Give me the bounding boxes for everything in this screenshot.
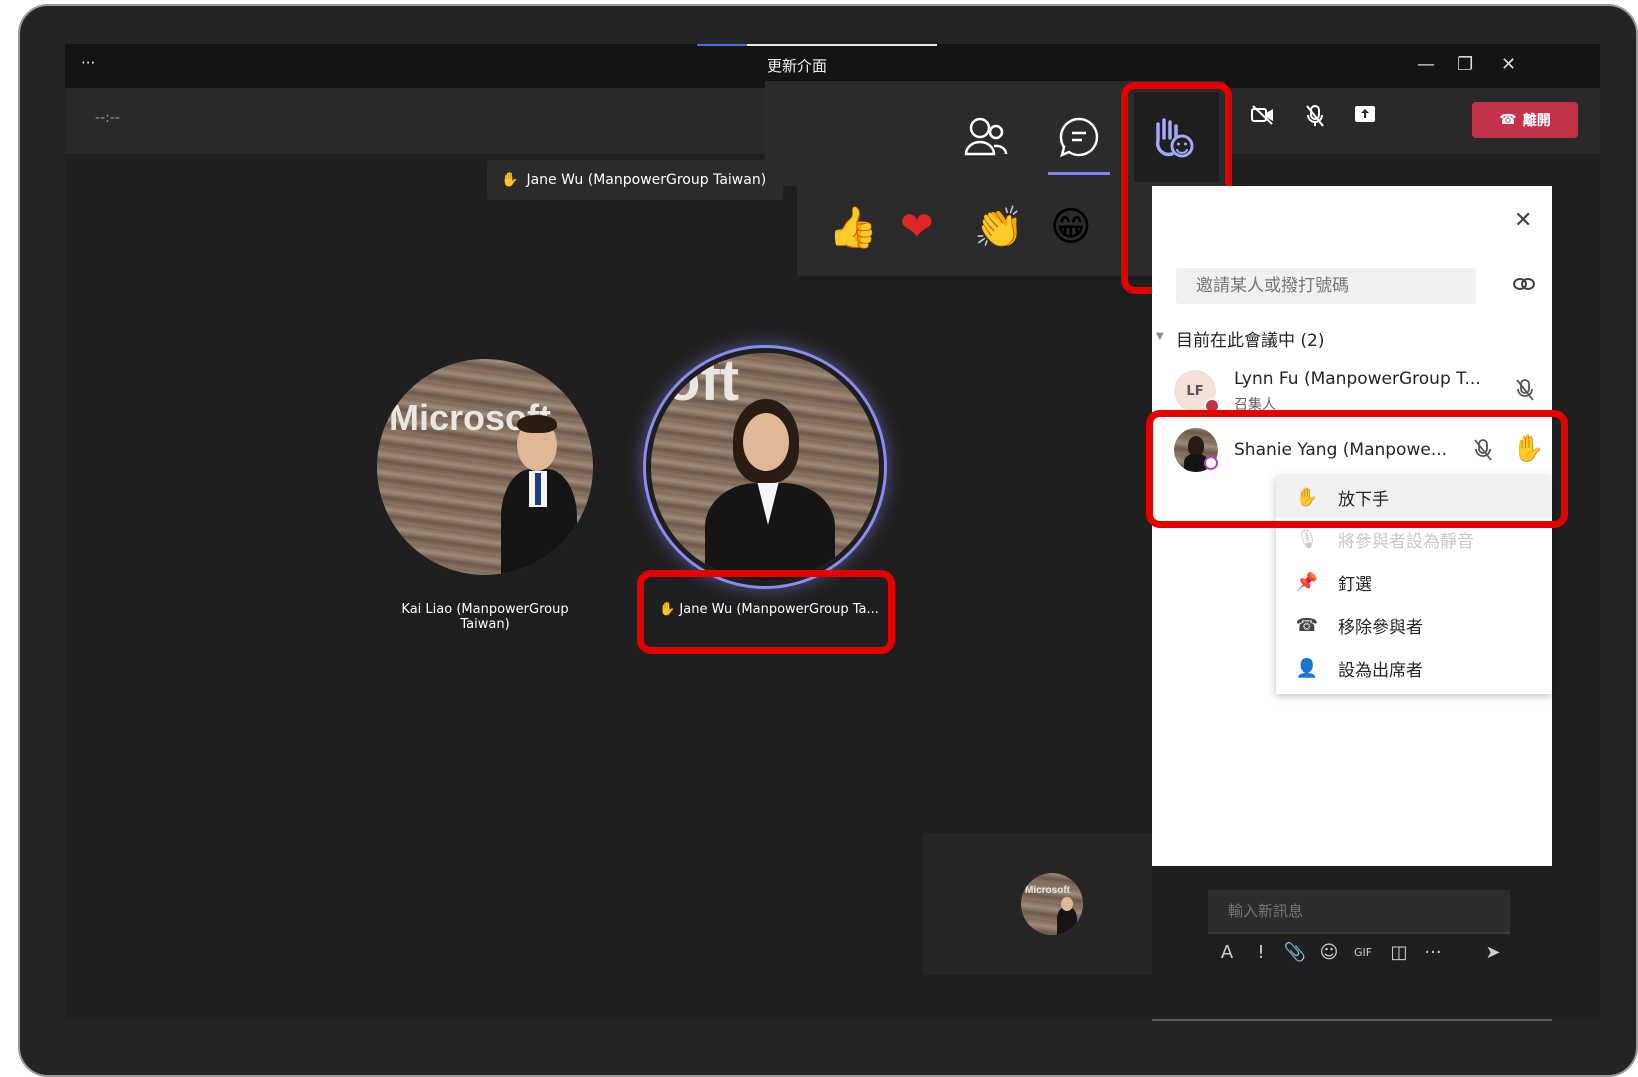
participant-avatar-kai[interactable]: Microsoft	[377, 359, 593, 575]
divider	[1152, 1019, 1552, 1021]
participant-name-kai: Kai Liao (ManpowerGroup Taiwan)	[401, 602, 569, 632]
mic-off-icon	[1514, 378, 1536, 406]
close-panel-icon[interactable]: ✕	[1514, 208, 1532, 233]
send-icon[interactable]: ➤	[1478, 942, 1508, 963]
make-attendee-menu-item[interactable]: 👤 設為出席者	[1276, 647, 1552, 689]
notification-text: Jane Wu (ManpowerGroup Taiwan)	[526, 172, 767, 188]
applause-reaction-button[interactable]: 👏	[974, 204, 1024, 251]
meeting-timer: --:--	[95, 110, 120, 126]
share-screen-icon[interactable]	[1345, 104, 1385, 130]
remove-participant-menu-item[interactable]: ☎ 移除參與者	[1276, 604, 1552, 646]
heart-reaction-button[interactable]: ❤	[900, 204, 934, 250]
mic-off-icon[interactable]	[1295, 104, 1335, 134]
message-input[interactable]	[1208, 890, 1510, 934]
mute-icon: 🎙	[1295, 528, 1319, 550]
restore-icon[interactable]: ❐	[1457, 54, 1473, 75]
title-progress-accent	[697, 44, 747, 46]
highlight-box-shanie	[1146, 410, 1568, 528]
self-avatar: Microsoft	[1021, 873, 1083, 935]
share-link-icon[interactable]	[1512, 274, 1536, 298]
remove-icon: ☎	[1295, 614, 1319, 636]
phone-hangup-icon: ☎	[1499, 112, 1517, 128]
window-title: 更新介面	[767, 57, 828, 75]
raised-hand-notification: ✋ Jane Wu (ManpowerGroup Taiwan)	[487, 160, 783, 200]
invite-input[interactable]	[1176, 268, 1476, 304]
leave-button[interactable]: ☎ 離開	[1472, 102, 1578, 138]
laugh-reaction-button[interactable]: 😁	[1050, 204, 1092, 250]
close-window-icon[interactable]: ✕	[1501, 54, 1516, 75]
more-options-button[interactable]: ···	[81, 54, 95, 72]
pin-icon: 📌	[1295, 571, 1319, 593]
gif-icon[interactable]: GIF	[1348, 946, 1378, 959]
highlight-box-jane	[637, 570, 895, 654]
attach-icon[interactable]: 📎	[1280, 942, 1310, 963]
section-label[interactable]: 目前在此會議中 (2)	[1176, 326, 1324, 351]
minimize-icon[interactable]: —	[1417, 54, 1435, 75]
collapse-chevron-icon[interactable]: ▼	[1156, 331, 1164, 342]
format-icon[interactable]: A	[1212, 942, 1242, 963]
people-icon[interactable]	[964, 116, 1008, 162]
self-view-tile[interactable]: Microsoft	[923, 833, 1153, 975]
leave-label: 離開	[1522, 113, 1551, 129]
raised-hand-icon: ✋	[501, 172, 519, 188]
photo-logo-text: Microsoft	[1025, 885, 1070, 896]
sticker-icon[interactable]: ◫	[1384, 942, 1414, 963]
participant-avatar-jane[interactable]: oft	[651, 353, 879, 581]
participant-photo: Microsoft	[377, 359, 593, 575]
emoji-icon[interactable]: ☺	[1314, 942, 1344, 963]
pin-menu-item[interactable]: 📌 釘選	[1276, 561, 1552, 603]
attendee-icon: 👤	[1295, 657, 1319, 679]
like-reaction-button[interactable]: 👍	[828, 204, 878, 251]
chat-icon[interactable]	[1058, 116, 1100, 162]
camera-off-icon[interactable]	[1243, 104, 1283, 132]
important-icon[interactable]: !	[1246, 942, 1276, 963]
chat-tab-indicator	[1048, 172, 1110, 175]
more-options-icon[interactable]: ···	[1418, 942, 1448, 963]
participant-photo: oft	[651, 353, 879, 581]
participant-name[interactable]: Lynn Fu (ManpowerGroup T...	[1234, 369, 1481, 389]
photo-logo-text: oft	[665, 353, 740, 413]
